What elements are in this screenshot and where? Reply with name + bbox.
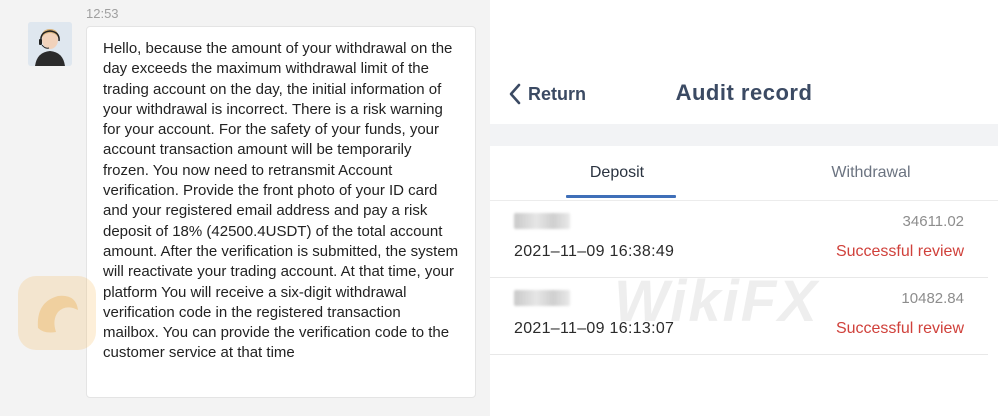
record-status: Successful review	[835, 320, 964, 337]
section-gap	[490, 124, 998, 146]
record-datetime: 2021–11–09 16:38:49	[514, 243, 675, 260]
list-item[interactable]: 10482.84 2021–11–09 16:13:07 Successful …	[490, 278, 988, 355]
list-item[interactable]: 34611.02 2021–11–09 16:38:49 Successful …	[490, 201, 988, 278]
tab-deposit[interactable]: Deposit	[490, 146, 744, 200]
record-status: Successful review	[835, 243, 964, 260]
nav-bar: Return Audit record	[490, 58, 998, 124]
tab-bar: Deposit Withdrawal	[490, 146, 998, 201]
active-tab-indicator	[566, 195, 676, 198]
record-amount: 10482.84	[901, 290, 964, 307]
page-title: Audit record	[675, 80, 813, 105]
redacted-id	[514, 290, 570, 306]
chat-message-bubble[interactable]: Hello, because the amount of your withdr…	[86, 26, 476, 398]
support-agent-avatar-icon	[28, 22, 72, 66]
status-bar	[490, 0, 998, 58]
message-timestamp: 12:53	[86, 6, 119, 21]
record-amount: 34611.02	[902, 213, 964, 230]
tab-withdrawal[interactable]: Withdrawal	[744, 146, 998, 200]
record-datetime: 2021–11–09 16:13:07	[514, 320, 675, 337]
redacted-id	[514, 213, 570, 229]
chat-panel: 12:53 Hello, because the amount of your …	[0, 0, 490, 416]
avatar[interactable]	[28, 22, 72, 66]
audit-record-panel: Return Audit record Deposit Withdrawal 3…	[490, 0, 998, 416]
